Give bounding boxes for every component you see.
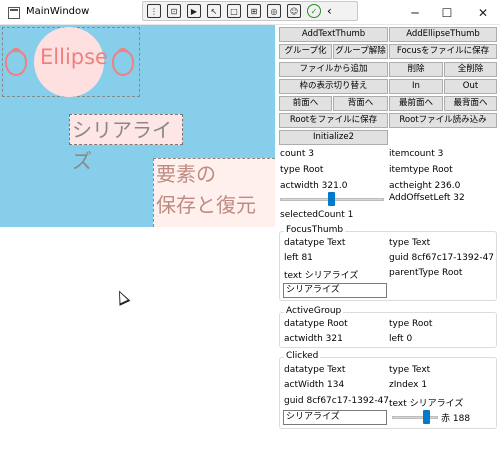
- focus-type-label: type Text: [389, 238, 431, 248]
- active-group-title: ActiveGroup: [284, 306, 344, 316]
- track-focus-icon[interactable]: ◎: [267, 4, 281, 18]
- add-text-thumb-button[interactable]: AddTextThumb: [279, 27, 388, 42]
- out-button[interactable]: Out: [444, 79, 497, 94]
- delete-button[interactable]: 削除: [389, 62, 443, 77]
- adorner-icon[interactable]: ⊞: [247, 4, 261, 18]
- load-root-button[interactable]: Rootファイル読み込み: [389, 113, 497, 128]
- maximize-button[interactable]: ☐: [430, 0, 464, 25]
- clicked-guid-label: guid 8cf67c17-1392-47: [284, 396, 389, 406]
- color-slider-thumb[interactable]: [423, 410, 430, 424]
- pointer-icon[interactable]: ↖: [207, 4, 221, 18]
- clicked-zindex-label: zIndex 1: [389, 380, 428, 390]
- grip-icon[interactable]: ⋮: [147, 4, 161, 18]
- delete-all-button[interactable]: 全削除: [444, 62, 497, 77]
- color-value-label: 赤 188: [441, 414, 471, 424]
- active-datatype-label: datatype Root: [284, 319, 348, 329]
- count-label: count 3: [280, 149, 314, 159]
- focus-text-input[interactable]: シリアライズ: [283, 283, 387, 298]
- selected-count-label: selectedCount 1: [280, 210, 354, 220]
- active-type-label: type Root: [389, 319, 433, 329]
- restore-line-2: 保存と復元: [156, 193, 256, 217]
- color-slider-track[interactable]: [392, 416, 438, 419]
- actwidth-label: actwidth 321.0: [280, 181, 348, 191]
- ellipse-text: Ellipse: [40, 45, 108, 69]
- close-button[interactable]: ✕: [466, 0, 500, 25]
- restore-line-1: 要素の: [156, 162, 216, 186]
- type-label: type Root: [280, 165, 324, 175]
- send-to-back-button[interactable]: 最背面へ: [444, 96, 497, 111]
- itemtype-label: itemtype Root: [389, 165, 453, 175]
- group-button[interactable]: グループ化: [279, 44, 332, 59]
- clicked-type-label: type Text: [389, 365, 431, 375]
- focus-text-label: text シリアライズ: [284, 271, 359, 281]
- initialize2-button[interactable]: Initialize2: [279, 130, 388, 145]
- accessibility-icon[interactable]: ☺: [287, 4, 301, 18]
- window-title: MainWindow: [26, 6, 90, 17]
- itemcount-label: itemcount 3: [389, 149, 444, 159]
- save-focus-button[interactable]: Focusをファイルに保存: [389, 44, 497, 59]
- actheight-label: actheight 236.0: [389, 181, 461, 191]
- check-icon[interactable]: ✓: [307, 4, 321, 18]
- focus-guid-label: guid 8cf67c17-1392-47: [389, 253, 495, 263]
- clicked-actwidth-label: actWidth 134: [284, 380, 345, 390]
- offset-label: AddOffsetLeft 32: [389, 193, 465, 203]
- focus-left-label: left 81: [284, 253, 313, 263]
- restore-text-thumb[interactable]: 要素の 保存と復元: [153, 158, 275, 227]
- toggle-frame-button[interactable]: 枠の表示切り替え: [279, 79, 388, 94]
- video-icon[interactable]: ▶: [187, 4, 201, 18]
- send-backward-button[interactable]: 背面へ: [333, 96, 388, 111]
- layout-icon[interactable]: □: [227, 4, 241, 18]
- app-icon: [8, 7, 20, 19]
- select-element-icon[interactable]: ⊡: [167, 4, 181, 18]
- debug-toolbar: ⋮ ⊡ ▶ ↖ □ ⊞ ◎ ☺ ✓ ‹: [142, 1, 358, 21]
- strawberry-icon: [5, 48, 27, 76]
- add-ellipse-thumb-button[interactable]: AddEllipseThumb: [389, 27, 497, 42]
- minimize-button[interactable]: ─: [398, 0, 432, 25]
- in-button[interactable]: In: [389, 79, 443, 94]
- focus-datatype-label: datatype Text: [284, 238, 346, 248]
- mouse-cursor: [113, 288, 131, 306]
- serialize-text-thumb[interactable]: シリアライズ: [69, 114, 183, 173]
- focus-thumb-title: FocusThumb: [284, 225, 346, 235]
- strawberry-icon: [112, 48, 134, 76]
- clicked-title: Clicked: [284, 351, 321, 361]
- clicked-text-label: text シリアライズ: [389, 399, 464, 409]
- offset-slider-thumb[interactable]: [328, 192, 335, 206]
- ungroup-button[interactable]: グループ解除: [333, 44, 388, 59]
- clicked-text-input[interactable]: シリアライズ: [283, 410, 387, 425]
- bring-forward-button[interactable]: 前面へ: [279, 96, 332, 111]
- collapse-icon[interactable]: ‹: [327, 4, 332, 18]
- bring-to-front-button[interactable]: 最前面へ: [389, 96, 443, 111]
- focus-parent-type-label: parentType Root: [389, 268, 463, 278]
- active-actwidth-label: actwidth 321: [284, 334, 343, 344]
- add-from-file-button[interactable]: ファイルから追加: [279, 62, 388, 77]
- active-left-label: left 0: [389, 334, 413, 344]
- save-root-button[interactable]: Rootをファイルに保存: [279, 113, 388, 128]
- clicked-datatype-label: datatype Text: [284, 365, 346, 375]
